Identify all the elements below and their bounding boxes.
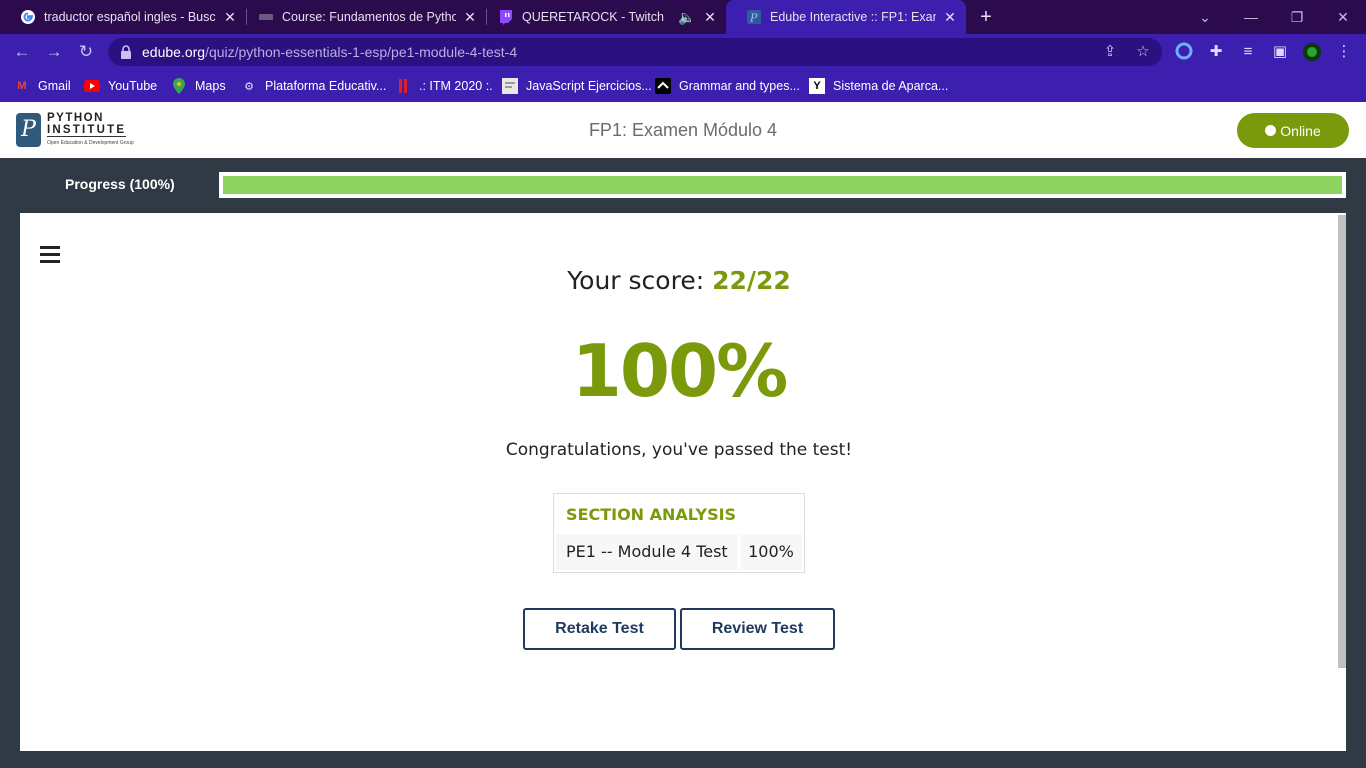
bookmark-gmail[interactable]: M Gmail [14,77,71,95]
restore-icon[interactable]: ❐ [1274,0,1320,34]
share-icon[interactable]: ⇪ [1101,43,1119,61]
new-tab-plus-icon[interactable]: + [976,7,996,27]
online-label: Online [1280,122,1321,139]
browser-tab-bar: traductor español ingles - Buscar ✕ Cour… [0,0,1366,34]
page-scrollbar[interactable] [1338,215,1346,668]
page-title: FP1: Examen Módulo 4 [588,120,778,140]
section-analysis-title: SECTION ANALYSIS [566,505,737,524]
edube-icon: P [746,9,762,25]
bookmark-javascript[interactable]: JavaScript Ejercicios... [502,77,652,95]
bookmark-label: Gmail [38,79,71,93]
maps-icon [171,78,187,94]
score-line: Your score: 22/22 [20,266,1338,295]
bookmark-plataforma[interactable]: ⚙ Plataforma Educativ... [241,77,386,95]
audio-playing-icon[interactable]: 🔈 [678,9,695,25]
bookmark-star-icon[interactable]: ☆ [1134,43,1152,61]
bookmark-label: Maps [195,79,226,93]
score-label: Your score: [567,266,705,295]
address-bar[interactable]: edube.org/quiz/python-essentials-1-esp/p… [108,38,1162,66]
congratulations-message: Congratulations, you've passed the test! [505,440,853,460]
bookmark-grammar[interactable]: Grammar and types... [655,77,800,95]
bookmark-youtube[interactable]: YouTube [84,77,157,95]
tab-title: Course: Fundamentos de Python [282,10,456,24]
gmail-icon: M [17,80,27,92]
youtube-icon [84,78,100,94]
browser-tab-google[interactable]: traductor español ingles - Buscar ✕ [0,0,246,34]
progress-section: Progress (100%) [0,158,1366,213]
tab-search-chevron-icon[interactable]: ⌄ [1182,0,1228,34]
progress-bar [219,172,1346,198]
close-tab-icon[interactable]: ✕ [702,9,718,25]
back-arrow-icon[interactable]: ← [10,40,34,64]
percent-score: 100% [571,329,788,413]
review-test-button[interactable]: Review Test [680,608,835,650]
google-icon [20,9,36,25]
extensions-puzzle-icon[interactable]: ✚ [1206,42,1226,62]
lock-icon [120,45,132,59]
bookmark-label: YouTube [108,79,158,93]
result-card: Your score: 22/22 100% Congratulations, … [20,213,1346,751]
table-row: PE1 -- Module 4 Test 100% [556,534,802,570]
menu-kebab-icon[interactable]: ⋮ [1334,42,1354,62]
url-text[interactable]: edube.org/quiz/python-essentials-1-esp/p… [142,44,517,60]
profile-avatar-icon[interactable] [1302,42,1322,62]
browser-tab-course[interactable]: Course: Fundamentos de Python ✕ [238,0,486,34]
close-window-icon[interactable]: ✕ [1320,0,1366,34]
tab-title: QUERETAROCK - Twitch [522,10,664,24]
bookmark-label: JavaScript Ejercicios... [526,79,652,93]
twitch-icon [498,9,514,25]
bookmark-itm[interactable]: .: ITM 2020 :. [395,77,493,95]
section-analysis-table: SECTION ANALYSIS PE1 -- Module 4 Test 10… [553,493,805,573]
js-icon [502,78,518,94]
y-icon: Y [809,78,825,94]
hamburger-menu-icon[interactable] [40,246,60,264]
online-status-button[interactable]: Online [1237,113,1349,148]
url-path: /quiz/python-essentials-1-esp/pe1-module… [205,44,518,60]
extension-circle-icon[interactable] [1174,42,1194,62]
tab-title: traductor español ingles - Buscar [44,10,216,24]
site-header: P PYTHON INSTITUTE Open Education & Deve… [0,102,1366,158]
progress-label: Progress (100%) [65,176,175,192]
svg-text:P: P [749,12,758,25]
itm-icon [395,78,411,94]
side-panel-icon[interactable]: ▣ [1270,42,1290,62]
section-name-cell: PE1 -- Module 4 Test [556,534,738,570]
browser-toolbar: ← → ↻ edube.org/quiz/python-essentials-1… [0,34,1366,70]
bookmark-maps[interactable]: Maps [171,77,226,95]
reload-icon[interactable]: ↻ [74,40,98,64]
browser-tab-edube[interactable]: P Edube Interactive :: FP1: Examen ✕ [726,0,966,34]
bookmark-label: Grammar and types... [679,79,800,93]
media-queue-icon[interactable]: ≡ [1238,42,1258,62]
tab-title: Edube Interactive :: FP1: Examen [770,10,936,24]
forward-arrow-icon[interactable]: → [42,40,66,64]
section-score-cell: 100% [740,534,802,570]
score-value: 22/22 [712,266,791,295]
close-tab-icon[interactable]: ✕ [942,9,958,25]
progress-bar-fill [223,176,1342,194]
browser-tab-twitch[interactable]: QUERETAROCK - Twitch 🔈 ✕ [478,0,726,34]
close-tab-icon[interactable]: ✕ [222,9,238,25]
url-host: edube.org [142,44,206,60]
bookmark-label: Plataforma Educativ... [265,79,387,93]
minimize-icon[interactable]: — [1228,0,1274,34]
bookmark-sistema[interactable]: Y Sistema de Aparca... [809,77,948,95]
online-dot-icon [1265,125,1277,136]
course-icon [258,9,274,25]
grammar-icon [655,78,671,94]
bookmarks-bar: M Gmail YouTube Maps ⚙ Plataforma Educat… [0,70,1366,102]
page-bottom-strip [0,751,1366,768]
bookmark-label: .: ITM 2020 :. [419,79,493,93]
retake-test-button[interactable]: Retake Test [523,608,676,650]
bookmark-label: Sistema de Aparca... [833,79,949,93]
close-tab-icon[interactable]: ✕ [462,9,478,25]
platform-icon: ⚙ [244,80,254,93]
